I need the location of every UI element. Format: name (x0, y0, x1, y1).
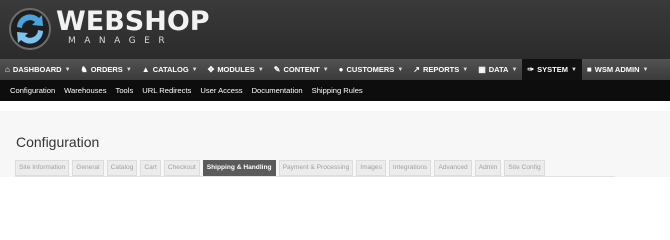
subnav-item-user-access[interactable]: User Access (200, 86, 242, 95)
nav-label: ORDERS (90, 65, 123, 74)
nav-item-data[interactable]: ▦ DATA ▼ (473, 59, 522, 80)
nav-label: CATALOG (152, 65, 189, 74)
customers-icon: ● (338, 65, 344, 74)
content-icon: ✎ (273, 65, 281, 74)
orders-icon: ♞ (80, 65, 88, 74)
subnav-item-warehouses[interactable]: Warehouses (64, 86, 106, 95)
tab-images[interactable]: Images (356, 160, 386, 176)
app-header: WEBSHOP MANAGER (0, 0, 670, 59)
caret-down-icon: ▼ (570, 66, 577, 73)
caret-down-icon: ▼ (125, 66, 132, 73)
logo-subtitle: MANAGER (68, 36, 174, 46)
caret-down-icon: ▼ (642, 66, 649, 73)
reports-icon: ↗ (413, 65, 420, 74)
nav-item-content[interactable]: ✎ CONTENT ▼ (269, 59, 334, 80)
tab-site-information[interactable]: Site Information (15, 160, 70, 176)
nav-label: REPORTS (422, 65, 460, 74)
tab-admin[interactable]: Admin (474, 160, 502, 176)
tab-cart[interactable]: Cart (140, 160, 161, 176)
nav-label: MODULES (217, 65, 255, 74)
webshop-manager-logo[interactable]: WEBSHOP MANAGER (8, 4, 210, 54)
tab-advanced[interactable]: Advanced (434, 160, 472, 176)
subnav-item-shipping-rules[interactable]: Shipping Rules (312, 86, 363, 95)
nav-label: DASHBOARD (12, 65, 62, 74)
tab-catalog[interactable]: Catalog (106, 160, 138, 176)
nav-label: SYSTEM (537, 65, 568, 74)
caret-down-icon: ▼ (191, 66, 198, 73)
nav-item-reports[interactable]: ↗ REPORTS ▼ (408, 59, 473, 80)
subnav-item-tools[interactable]: Tools (116, 86, 134, 95)
caret-down-icon: ▼ (257, 66, 264, 73)
sub-nav: Configuration Warehouses Tools URL Redir… (0, 80, 670, 101)
main-content: Configuration Site Information General C… (0, 101, 670, 210)
modules-icon: ✥ (207, 65, 215, 74)
tab-checkout[interactable]: Checkout (163, 160, 200, 176)
tab-general[interactable]: General (72, 160, 104, 176)
subnav-item-documentation[interactable]: Documentation (252, 86, 303, 95)
tab-site-config[interactable]: Site Config (504, 160, 545, 176)
nav-item-customers[interactable]: ● CUSTOMERS ▼ (334, 59, 409, 80)
nav-item-dashboard[interactable]: ⌂ DASHBOARD ▼ (0, 59, 76, 80)
nav-label: CUSTOMERS (346, 65, 395, 74)
nav-label: WSM ADMIN (594, 65, 640, 74)
nav-item-system[interactable]: ✑ SYSTEM ▼ (522, 59, 582, 80)
caret-down-icon: ▼ (511, 66, 518, 73)
caret-down-icon: ▼ (462, 66, 469, 73)
caret-down-icon: ▼ (322, 66, 329, 73)
tab-shipping-handling[interactable]: Shipping & Handling (202, 160, 276, 176)
lock-icon: ■ (586, 65, 592, 74)
nav-item-wsm-admin[interactable]: ■ WSM ADMIN ▼ (582, 59, 654, 80)
caret-down-icon: ▼ (397, 66, 404, 73)
nav-item-orders[interactable]: ♞ ORDERS ▼ (76, 59, 137, 80)
main-nav: ⌂ DASHBOARD ▼ ♞ ORDERS ▼ ▲ CATALOG ▼ ✥ MODULES ▼… (0, 59, 670, 80)
nav-label: CONTENT (283, 65, 320, 74)
tab-integrations[interactable]: Integrations (388, 160, 432, 176)
nav-item-catalog[interactable]: ▲ CATALOG ▼ (137, 59, 203, 80)
subnav-item-configuration[interactable]: Configuration (10, 86, 55, 95)
caret-down-icon: ▼ (64, 66, 71, 73)
nav-item-modules[interactable]: ✥ MODULES ▼ (203, 59, 269, 80)
wrench-icon: ✑ (527, 65, 535, 74)
tab-divider (15, 176, 615, 177)
home-icon: ⌂ (5, 65, 10, 74)
data-icon: ▦ (478, 65, 486, 74)
tab-payment-processing[interactable]: Payment & Processing (278, 160, 354, 176)
page-title: Configuration (16, 134, 100, 150)
catalog-icon: ▲ (141, 65, 150, 74)
config-tabs: Site Information General Catalog Cart Ch… (15, 160, 548, 176)
logo-title: WEBSHOP (56, 6, 210, 37)
nav-label: DATA (488, 65, 509, 74)
subnav-item-url-redirects[interactable]: URL Redirects (142, 86, 191, 95)
logo-sync-icon (9, 8, 51, 50)
